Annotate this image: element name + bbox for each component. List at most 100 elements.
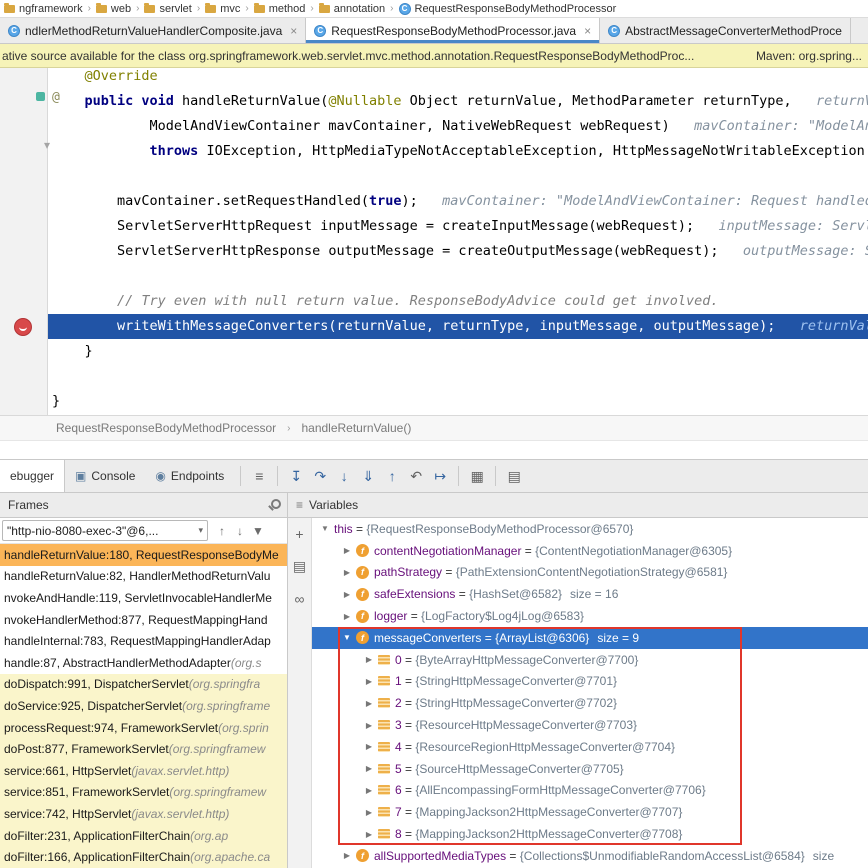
code-line[interactable]: // Try even with null return value. Resp… bbox=[48, 289, 868, 314]
banner-library-selector[interactable]: Maven: org.spring... bbox=[756, 49, 862, 63]
show-execution-point-icon[interactable]: ↧ bbox=[284, 460, 308, 492]
breadcrumb-item[interactable]: annotation bbox=[317, 3, 387, 15]
settings-icon[interactable]: ▤ bbox=[502, 460, 526, 492]
menu-icon[interactable]: ≡ bbox=[247, 460, 271, 492]
code-line[interactable]: ModelAndViewContainer mavContainer, Nati… bbox=[48, 114, 868, 139]
frame-row[interactable]: doService:925, DispatcherServlet (org.sp… bbox=[0, 695, 287, 717]
editor-breadcrumb-item[interactable]: handleReturnValue() bbox=[301, 421, 411, 435]
frame-row[interactable]: service:851, FrameworkServlet (org.sprin… bbox=[0, 782, 287, 804]
variable-row[interactable]: ▶5 = {SourceHttpMessageConverter@7705} bbox=[312, 758, 868, 780]
variable-row[interactable]: ▶2 = {StringHttpMessageConverter@7702} bbox=[312, 692, 868, 714]
debug-tab-endpoints[interactable]: ◉Endpoints bbox=[145, 460, 234, 492]
chevron-right-icon[interactable]: ▶ bbox=[360, 830, 378, 839]
frame-row[interactable]: handleReturnValue:180, RequestResponseBo… bbox=[0, 544, 287, 566]
breadcrumb-item[interactable]: method bbox=[252, 3, 308, 15]
chevron-right-icon[interactable]: ▶ bbox=[338, 590, 356, 599]
code-line[interactable] bbox=[48, 364, 868, 389]
thread-selector[interactable]: "http-nio-8080-exec-3"@6,... ▾ bbox=[2, 520, 208, 541]
code-line[interactable]: public void handleReturnValue(@Nullable … bbox=[48, 89, 868, 114]
next-frame-icon[interactable]: ↓ bbox=[231, 524, 249, 538]
frame-row[interactable]: handleReturnValue:82, HandlerMethodRetur… bbox=[0, 566, 287, 588]
close-icon[interactable]: × bbox=[584, 24, 591, 38]
code-line[interactable] bbox=[48, 264, 868, 289]
chevron-down-icon[interactable]: ▼ bbox=[316, 524, 334, 533]
prev-frame-icon[interactable]: ↑ bbox=[213, 524, 231, 538]
variables-menu-icon[interactable]: ≡ bbox=[296, 498, 303, 512]
chevron-right-icon[interactable]: ▶ bbox=[338, 612, 356, 621]
override-marker-icon[interactable] bbox=[36, 92, 45, 101]
frame-row[interactable]: doDispatch:991, DispatcherServlet (org.s… bbox=[0, 674, 287, 696]
code-line[interactable]: ServletServerHttpResponse outputMessage … bbox=[48, 239, 868, 264]
code-line[interactable]: @Override bbox=[48, 68, 868, 89]
frame-row[interactable]: processRequest:974, FrameworkServlet (or… bbox=[0, 717, 287, 739]
frame-row[interactable]: doPost:877, FrameworkServlet (org.spring… bbox=[0, 738, 287, 760]
view-breakpoints-icon[interactable]: ▦ bbox=[465, 460, 489, 492]
code-line[interactable]: mavContainer.setRequestHandled(true); ma… bbox=[48, 189, 868, 214]
close-icon[interactable]: × bbox=[290, 24, 297, 38]
frame-row[interactable]: nvokeHandlerMethod:877, RequestMappingHa… bbox=[0, 609, 287, 631]
execution-point-icon[interactable] bbox=[14, 318, 32, 336]
filter-icon[interactable]: ▼ bbox=[249, 524, 267, 538]
variable-row[interactable]: ▶fpathStrategy = {PathExtensionContentNe… bbox=[312, 562, 868, 584]
code-line[interactable] bbox=[48, 164, 868, 189]
variable-row[interactable]: ▶0 = {ByteArrayHttpMessageConverter@7700… bbox=[312, 649, 868, 671]
chevron-right-icon[interactable]: ▶ bbox=[360, 721, 378, 730]
chevron-right-icon[interactable]: ▶ bbox=[360, 764, 378, 773]
chevron-down-icon[interactable]: ▼ bbox=[338, 633, 356, 642]
editor-breadcrumb-item[interactable]: RequestResponseBodyMethodProcessor bbox=[56, 421, 276, 435]
code-line[interactable]: } bbox=[48, 389, 868, 414]
chevron-right-icon[interactable]: ▶ bbox=[338, 546, 356, 555]
debug-tab-ebugger[interactable]: ebugger bbox=[0, 460, 65, 492]
editor-tab[interactable]: CRequestResponseBodyMethodProcessor.java… bbox=[306, 18, 600, 43]
step-over-icon[interactable]: ↷ bbox=[308, 460, 332, 492]
run-to-cursor-icon[interactable]: ↦ bbox=[428, 460, 452, 492]
chevron-right-icon[interactable]: ▶ bbox=[360, 655, 378, 664]
variable-row[interactable]: ▶6 = {AllEncompassingFormHttpMessageConv… bbox=[312, 780, 868, 802]
breadcrumb-item[interactable]: ngframework bbox=[2, 3, 85, 15]
fold-arrow-icon[interactable]: ▾ bbox=[44, 138, 50, 152]
force-step-into-icon[interactable]: ⇓ bbox=[356, 460, 380, 492]
variable-row[interactable]: ▶fallSupportedMediaTypes = {Collections$… bbox=[312, 845, 868, 867]
breadcrumb-item[interactable]: mvc bbox=[203, 3, 242, 15]
frame-row[interactable]: nvokeAndHandle:119, ServletInvocableHand… bbox=[0, 587, 287, 609]
code-line[interactable]: } bbox=[48, 339, 868, 364]
code-line[interactable]: throws IOException, HttpMediaTypeNotAcce… bbox=[48, 139, 868, 164]
chevron-right-icon[interactable]: ▶ bbox=[338, 568, 356, 577]
chevron-right-icon[interactable]: ▶ bbox=[360, 699, 378, 708]
chevron-right-icon[interactable]: ▶ bbox=[360, 786, 378, 795]
code-line[interactable]: ServletServerHttpRequest inputMessage = … bbox=[48, 214, 868, 239]
chevron-right-icon[interactable]: ▶ bbox=[338, 851, 356, 860]
variable-row[interactable]: ▶fcontentNegotiationManager = {ContentNe… bbox=[312, 540, 868, 562]
breadcrumb-item[interactable]: web bbox=[94, 3, 133, 15]
drop-frame-icon[interactable]: ↶ bbox=[404, 460, 428, 492]
chevron-right-icon[interactable]: ▶ bbox=[360, 677, 378, 686]
frame-row[interactable]: service:742, HttpServlet (javax.servlet.… bbox=[0, 803, 287, 825]
variable-row[interactable]: ▶fsafeExtensions = {HashSet@6582}size = … bbox=[312, 583, 868, 605]
frame-row[interactable]: service:661, HttpServlet (javax.servlet.… bbox=[0, 760, 287, 782]
chevron-right-icon[interactable]: ▶ bbox=[360, 808, 378, 817]
frame-row[interactable]: doFilter:231, ApplicationFilterChain (or… bbox=[0, 825, 287, 847]
variable-row[interactable]: ▶7 = {MappingJackson2HttpMessageConverte… bbox=[312, 801, 868, 823]
breadcrumb-item[interactable]: CRequestResponseBodyMethodProcessor bbox=[397, 3, 619, 15]
variable-row[interactable]: ▼this = {RequestResponseBodyMethodProces… bbox=[312, 518, 868, 540]
breadcrumb-item[interactable]: servlet bbox=[142, 3, 193, 15]
duplicate-icon[interactable]: ▤ bbox=[293, 558, 306, 575]
step-into-icon[interactable]: ↓ bbox=[332, 460, 356, 492]
debug-tab-console[interactable]: ▣Console bbox=[65, 460, 145, 492]
variable-row[interactable]: ▶flogger = {LogFactory$Log4jLog@6583} bbox=[312, 605, 868, 627]
frame-row[interactable]: doFilter:166, ApplicationFilterChain (or… bbox=[0, 846, 287, 868]
evaluate-icon[interactable]: ∞ bbox=[295, 591, 305, 607]
editor-tab[interactable]: CndlerMethodReturnValueHandlerComposite.… bbox=[0, 18, 306, 43]
execution-line[interactable]: writeWithMessageConverters(returnValue, … bbox=[48, 314, 868, 339]
editor-tab[interactable]: CAbstractMessageConverterMethodProce bbox=[600, 18, 851, 43]
step-out-icon[interactable]: ↑ bbox=[380, 460, 404, 492]
code-area[interactable]: @Override public void handleReturnValue(… bbox=[48, 68, 868, 415]
variable-row[interactable]: ▶8 = {MappingJackson2HttpMessageConverte… bbox=[312, 823, 868, 845]
pin-icon[interactable] bbox=[268, 499, 279, 511]
variable-row[interactable]: ▶4 = {ResourceRegionHttpMessageConverter… bbox=[312, 736, 868, 758]
frame-row[interactable]: handle:87, AbstractHandlerMethodAdapter … bbox=[0, 652, 287, 674]
frame-row[interactable]: handleInternal:783, RequestMappingHandle… bbox=[0, 630, 287, 652]
variable-row[interactable]: ▼fmessageConverters = {ArrayList@6306}si… bbox=[312, 627, 868, 649]
variable-row[interactable]: ▶1 = {StringHttpMessageConverter@7701} bbox=[312, 671, 868, 693]
variable-row[interactable]: ▶3 = {ResourceHttpMessageConverter@7703} bbox=[312, 714, 868, 736]
